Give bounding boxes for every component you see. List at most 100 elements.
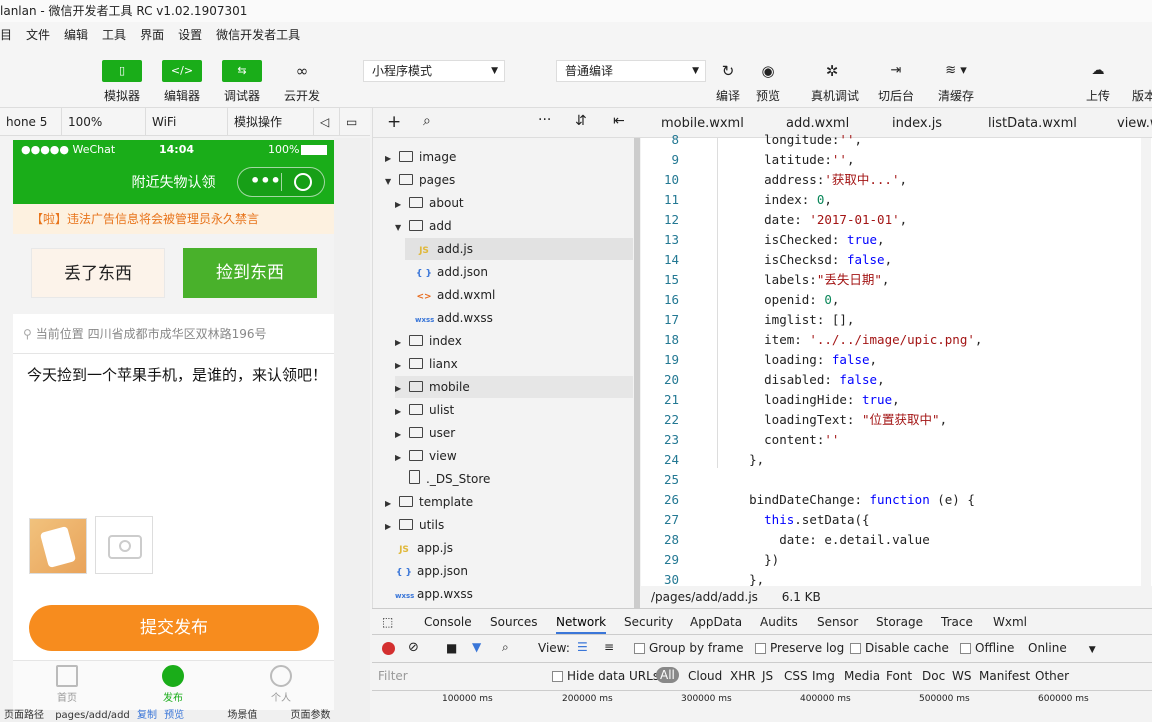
- camera-icon[interactable]: ■: [446, 641, 457, 655]
- tabbar-publish[interactable]: 发布: [143, 665, 203, 704]
- tree-scrollbar[interactable]: [634, 138, 640, 608]
- code-line[interactable]: 27 this.setData({: [641, 510, 1152, 530]
- add-icon[interactable]: +: [387, 112, 401, 132]
- tab-index-js[interactable]: index.js: [892, 116, 942, 131]
- type-manifest[interactable]: Manifest: [979, 669, 1030, 683]
- code-line[interactable]: 26 bindDateChange: function (e) {: [641, 490, 1152, 510]
- compile-select[interactable]: 普通编译 ▼: [556, 60, 706, 82]
- type-cloud[interactable]: Cloud: [688, 669, 722, 683]
- sound-icon[interactable]: ◁: [314, 107, 340, 136]
- search-icon[interactable]: ⌕: [423, 113, 431, 129]
- cloud-button[interactable]: ∞ 云开发: [281, 60, 323, 104]
- tree-item[interactable]: { } app.json: [385, 560, 468, 582]
- tree-item[interactable]: ▶ mobile: [395, 376, 633, 398]
- type-css[interactable]: CSS: [784, 669, 808, 683]
- location-row[interactable]: ⚲ 当前位置 四川省成都市成华区双林路196号: [13, 314, 334, 354]
- code-line[interactable]: 25: [641, 470, 1152, 490]
- filter-input[interactable]: Filter: [378, 669, 408, 683]
- menu-item[interactable]: 目: [0, 26, 12, 43]
- upload-button[interactable]: ☁ 上传: [1077, 60, 1119, 104]
- compile-button[interactable]: ↻ 编译: [707, 60, 749, 104]
- tree-item[interactable]: <> add.wxml: [405, 284, 495, 306]
- type-all[interactable]: All: [656, 667, 679, 683]
- hide-data-urls-checkbox[interactable]: Hide data URLs: [552, 669, 659, 683]
- menu-settings[interactable]: 设置: [178, 26, 202, 43]
- tab-listdata-wxml[interactable]: listData.wxml: [988, 116, 1077, 131]
- tab-storage[interactable]: Storage: [876, 615, 923, 629]
- device-select[interactable]: hone 5: [0, 107, 62, 136]
- type-js[interactable]: JS: [762, 669, 773, 683]
- code-line[interactable]: 28 date: e.detail.value: [641, 530, 1152, 550]
- tree-item[interactable]: ▶ ulist: [395, 399, 454, 421]
- tab-console[interactable]: Console: [424, 615, 472, 629]
- tab-appdata[interactable]: AppData: [690, 615, 742, 629]
- tree-item[interactable]: ▶ template: [385, 491, 473, 513]
- editor-button[interactable]: </> 编辑器: [161, 60, 203, 104]
- tree-item[interactable]: ▶ lianx: [395, 353, 458, 375]
- tree-item[interactable]: JS add.js: [405, 238, 633, 260]
- menu-devtool[interactable]: 微信开发者工具: [216, 26, 300, 43]
- preserve-log-checkbox[interactable]: Preserve log: [755, 641, 844, 655]
- tree-item[interactable]: ▼ add: [395, 215, 452, 237]
- type-img[interactable]: Img: [812, 669, 835, 683]
- offline-checkbox[interactable]: Offline: [960, 641, 1014, 655]
- type-doc[interactable]: Doc: [922, 669, 945, 683]
- menu-tools[interactable]: 工具: [102, 26, 126, 43]
- record-icon[interactable]: [382, 642, 395, 655]
- menu-file[interactable]: 文件: [26, 26, 50, 43]
- phone-photo-thumbnail[interactable]: [29, 518, 87, 574]
- group-by-frame-checkbox[interactable]: Group by frame: [634, 641, 743, 655]
- code-line[interactable]: 29 }): [641, 550, 1152, 570]
- sort-icon[interactable]: ⇵: [575, 113, 587, 129]
- menu-view[interactable]: 界面: [140, 26, 164, 43]
- tab-sources[interactable]: Sources: [490, 615, 537, 629]
- collapse-icon[interactable]: ⇤: [613, 113, 625, 129]
- tree-item[interactable]: ▶ user: [395, 422, 455, 444]
- type-media[interactable]: Media: [844, 669, 880, 683]
- sim-ops-select[interactable]: 模拟操作: [228, 107, 314, 136]
- tree-item[interactable]: ▶ utils: [385, 514, 444, 536]
- preview-button[interactable]: ◉ 预览: [747, 60, 789, 104]
- type-other[interactable]: Other: [1035, 669, 1069, 683]
- tree-item[interactable]: wxss app.wxss: [385, 583, 473, 605]
- tab-network[interactable]: Network: [556, 615, 607, 634]
- tree-item[interactable]: { } add.json: [405, 261, 488, 283]
- preview-link[interactable]: 预览: [164, 710, 184, 721]
- tab-found[interactable]: 捡到东西: [183, 248, 317, 298]
- inspect-icon[interactable]: ⬚: [382, 615, 393, 629]
- type-xhr[interactable]: XHR: [730, 669, 756, 683]
- tabbar-profile[interactable]: 个人: [251, 665, 311, 704]
- background-button[interactable]: ⇥ 切后台: [875, 60, 917, 104]
- add-image-button[interactable]: [95, 516, 153, 574]
- tab-trace[interactable]: Trace: [941, 615, 973, 629]
- zoom-select[interactable]: 100%: [62, 107, 146, 136]
- tab-lost[interactable]: 丢了东西: [31, 248, 165, 298]
- tree-item[interactable]: ._DS_Store: [395, 468, 490, 490]
- tree-item[interactable]: ▶ about: [395, 192, 464, 214]
- tab-sensor[interactable]: Sensor: [817, 615, 858, 629]
- filter-icon[interactable]: ▼: [472, 640, 481, 654]
- more-icon[interactable]: ···: [538, 112, 551, 128]
- clear-icon[interactable]: ⊘: [408, 640, 419, 655]
- waterfall-icon[interactable]: ≡: [604, 640, 614, 654]
- disable-cache-checkbox[interactable]: Disable cache: [850, 641, 949, 655]
- tree-item[interactable]: ▼ pages: [385, 169, 455, 191]
- close-circle-icon[interactable]: [294, 173, 312, 191]
- version-button[interactable]: 版本: [1132, 60, 1152, 104]
- tab-add-wxml[interactable]: add.wxml: [786, 116, 849, 131]
- debugger-button[interactable]: ⇆ 调试器: [221, 60, 263, 104]
- throttle-select[interactable]: Online ▼: [1028, 641, 1096, 655]
- submit-button[interactable]: 提交发布: [29, 605, 319, 651]
- tree-item[interactable]: JS app.js: [385, 537, 453, 559]
- search-icon[interactable]: ⌕: [502, 640, 509, 655]
- type-font[interactable]: Font: [886, 669, 912, 683]
- network-select[interactable]: WiFi: [146, 107, 228, 136]
- tab-security[interactable]: Security: [624, 615, 673, 629]
- real-debug-button[interactable]: ✲ 真机调试: [811, 60, 859, 104]
- tab-wxml[interactable]: Wxml: [993, 615, 1027, 629]
- copy-link[interactable]: 复制: [137, 710, 157, 721]
- clear-cache-button[interactable]: ≋ ▾ 清缓存: [935, 60, 977, 104]
- menu-edit[interactable]: 编辑: [64, 26, 88, 43]
- editor-scrollbar[interactable]: [1141, 138, 1151, 586]
- tabbar-home[interactable]: 首页: [37, 665, 97, 704]
